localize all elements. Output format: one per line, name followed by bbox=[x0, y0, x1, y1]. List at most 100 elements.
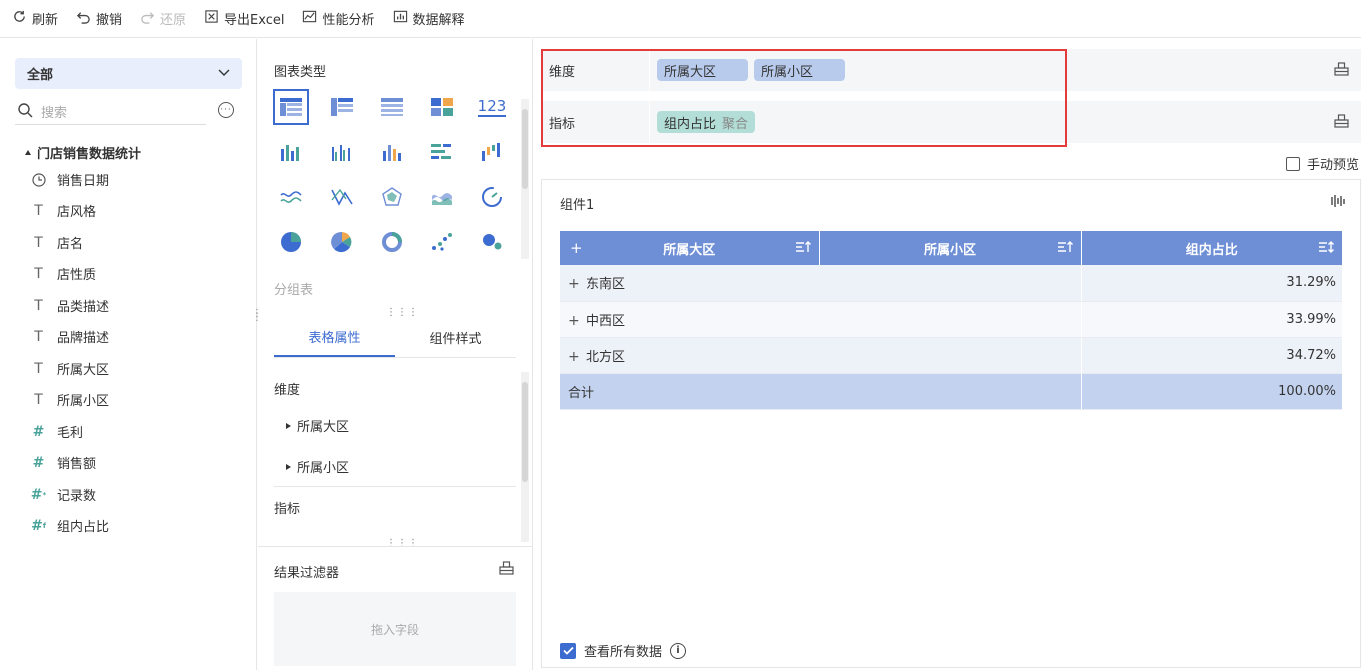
export-excel-button[interactable]: 导出Excel bbox=[204, 9, 284, 28]
field-item[interactable]: T 店性质 bbox=[30, 264, 96, 284]
canvas-area: 维度 所属大区 所属小区 指标 组内占比 聚合 手动预览 组件1 + 所属大区 … bbox=[534, 39, 1361, 670]
kpi-card-icon[interactable] bbox=[424, 89, 460, 125]
sort-icon[interactable] bbox=[1318, 241, 1334, 257]
scroll-thumb[interactable] bbox=[522, 109, 528, 189]
group-table: + 所属大区 所属小区 组内占比 + 东南区 31.29% + 中西区 33.9… bbox=[560, 231, 1342, 410]
dimension-item[interactable]: 所属小区 bbox=[286, 457, 349, 476]
total-value: 100.00% bbox=[1080, 373, 1342, 410]
radar-chart-icon[interactable] bbox=[374, 179, 410, 215]
detail-table-icon[interactable] bbox=[374, 89, 410, 125]
search-input[interactable]: 搜索 bbox=[41, 102, 67, 121]
sort-icon[interactable] bbox=[795, 241, 811, 257]
record-count-icon: # * bbox=[30, 486, 47, 503]
table-cell: 31.29% bbox=[1080, 265, 1342, 302]
field-item[interactable]: T 所属小区 bbox=[30, 390, 109, 410]
highlight-box bbox=[541, 49, 1067, 147]
text-field-icon: T bbox=[34, 360, 43, 377]
shelf-settings-icon[interactable] bbox=[1334, 114, 1349, 132]
scope-select[interactable]: 全部 bbox=[15, 58, 242, 89]
polyline-chart-icon[interactable] bbox=[324, 179, 360, 215]
result-filter-section: 结果过滤器 拖入字段 bbox=[258, 546, 533, 670]
field-item[interactable]: T 店风格 bbox=[30, 201, 96, 221]
field-search[interactable]: 搜索 bbox=[15, 99, 206, 125]
text-field-icon: T bbox=[34, 391, 43, 408]
divider bbox=[274, 486, 516, 487]
scatter-chart-icon[interactable] bbox=[424, 224, 460, 260]
bar-chart-icon[interactable] bbox=[424, 134, 460, 170]
sort-icon[interactable] bbox=[1057, 241, 1073, 257]
rose-chart-icon[interactable] bbox=[324, 224, 360, 260]
performance-button[interactable]: 性能分析 bbox=[302, 9, 375, 28]
view-all-checkbox[interactable] bbox=[560, 642, 576, 659]
chart-type-scrollbar[interactable] bbox=[521, 99, 529, 259]
calculated-field-icon: # f bbox=[31, 517, 46, 534]
filter-dropzone[interactable]: 拖入字段 bbox=[274, 592, 516, 666]
caret-icon bbox=[25, 150, 31, 155]
tab-component-style[interactable]: 组件样式 bbox=[395, 318, 516, 357]
manual-preview-toggle[interactable]: 手动预览 bbox=[1285, 154, 1359, 173]
redo-button[interactable]: 还原 bbox=[140, 9, 186, 28]
column-chart-icon[interactable] bbox=[374, 134, 410, 170]
line-chart-icon[interactable] bbox=[273, 179, 309, 215]
view-all-data-toggle[interactable]: 查看所有数据 i bbox=[560, 641, 687, 660]
bubble-chart-icon[interactable] bbox=[474, 224, 510, 260]
chart-type-name: 分组表 bbox=[274, 283, 314, 298]
shelf-settings-icon[interactable] bbox=[1334, 62, 1349, 80]
properties-scrollbar[interactable] bbox=[521, 372, 529, 542]
chevron-down-icon bbox=[218, 66, 230, 81]
gauge-chart-icon[interactable] bbox=[474, 179, 510, 215]
chart-type-title: 图表类型 bbox=[274, 65, 327, 80]
redo-icon bbox=[140, 9, 155, 28]
tab-table-properties[interactable]: 表格属性 bbox=[274, 318, 395, 357]
data-explain-button[interactable]: 数据解释 bbox=[393, 9, 465, 28]
field-item[interactable]: # 销售额 bbox=[30, 453, 96, 473]
field-item[interactable]: # f 组内占比 bbox=[30, 516, 109, 536]
table-cell bbox=[819, 265, 1081, 302]
field-item[interactable]: 销售日期 bbox=[30, 170, 109, 189]
field-item[interactable]: T 所属大区 bbox=[30, 359, 109, 379]
table-row: + 东南区 31.29% bbox=[560, 265, 1342, 302]
scroll-thumb[interactable] bbox=[522, 382, 528, 482]
expand-row-icon[interactable]: + bbox=[568, 313, 580, 329]
stacked-bar-icon[interactable] bbox=[273, 134, 309, 170]
field-item[interactable]: # 毛利 bbox=[30, 422, 83, 442]
filter-settings-icon[interactable] bbox=[499, 561, 514, 579]
field-item[interactable]: # * 记录数 bbox=[30, 485, 96, 505]
manual-preview-checkbox[interactable] bbox=[1285, 156, 1300, 171]
expand-all-icon[interactable]: + bbox=[570, 239, 583, 257]
table-header-row: + 所属大区 所属小区 组内占比 bbox=[560, 231, 1342, 265]
table-cell: + 中西区 bbox=[560, 301, 819, 338]
number-card-icon[interactable]: 123 bbox=[474, 89, 510, 125]
text-field-icon: T bbox=[34, 265, 43, 282]
table-total-row: 合计 100.00% bbox=[560, 373, 1342, 410]
more-options-icon[interactable]: ··· bbox=[218, 102, 234, 118]
column-header[interactable]: 组内占比 bbox=[1081, 231, 1342, 265]
donut-chart-icon[interactable] bbox=[374, 224, 410, 260]
dimension-item[interactable]: 所属大区 bbox=[286, 416, 349, 435]
dataset-node[interactable]: 门店销售数据统计 bbox=[25, 143, 141, 162]
area-chart-icon[interactable] bbox=[424, 179, 460, 215]
field-item[interactable]: T 品类描述 bbox=[30, 296, 109, 316]
field-item[interactable]: T 店名 bbox=[30, 233, 83, 253]
expand-row-icon[interactable]: + bbox=[568, 276, 580, 292]
grouped-bar-icon[interactable] bbox=[324, 134, 360, 170]
expand-row-icon[interactable]: + bbox=[568, 349, 580, 365]
field-item[interactable]: T 品牌描述 bbox=[30, 327, 109, 347]
chart-switch-icon[interactable] bbox=[1330, 194, 1346, 212]
resize-handle[interactable]: ⋮⋮⋮ bbox=[386, 307, 419, 318]
cross-table-icon[interactable] bbox=[324, 89, 360, 125]
refresh-button[interactable]: 刷新 bbox=[12, 9, 58, 28]
number-field-icon: # bbox=[32, 454, 45, 471]
component-widget: 组件1 + 所属大区 所属小区 组内占比 + 东南区 31.29% + 中西区 … bbox=[541, 179, 1361, 668]
info-icon[interactable]: i bbox=[670, 642, 687, 659]
column-header[interactable]: 所属小区 bbox=[819, 231, 1082, 265]
waterfall-chart-icon[interactable] bbox=[474, 134, 510, 170]
undo-button[interactable]: 撤销 bbox=[76, 9, 122, 28]
table-cell: 33.99% bbox=[1080, 301, 1342, 338]
performance-icon bbox=[302, 9, 317, 28]
column-header[interactable]: + 所属大区 bbox=[560, 231, 820, 265]
table-chart-icon[interactable] bbox=[273, 89, 309, 125]
excel-icon bbox=[204, 9, 219, 28]
pie-chart-icon[interactable] bbox=[273, 224, 309, 260]
text-field-icon: T bbox=[34, 328, 43, 345]
